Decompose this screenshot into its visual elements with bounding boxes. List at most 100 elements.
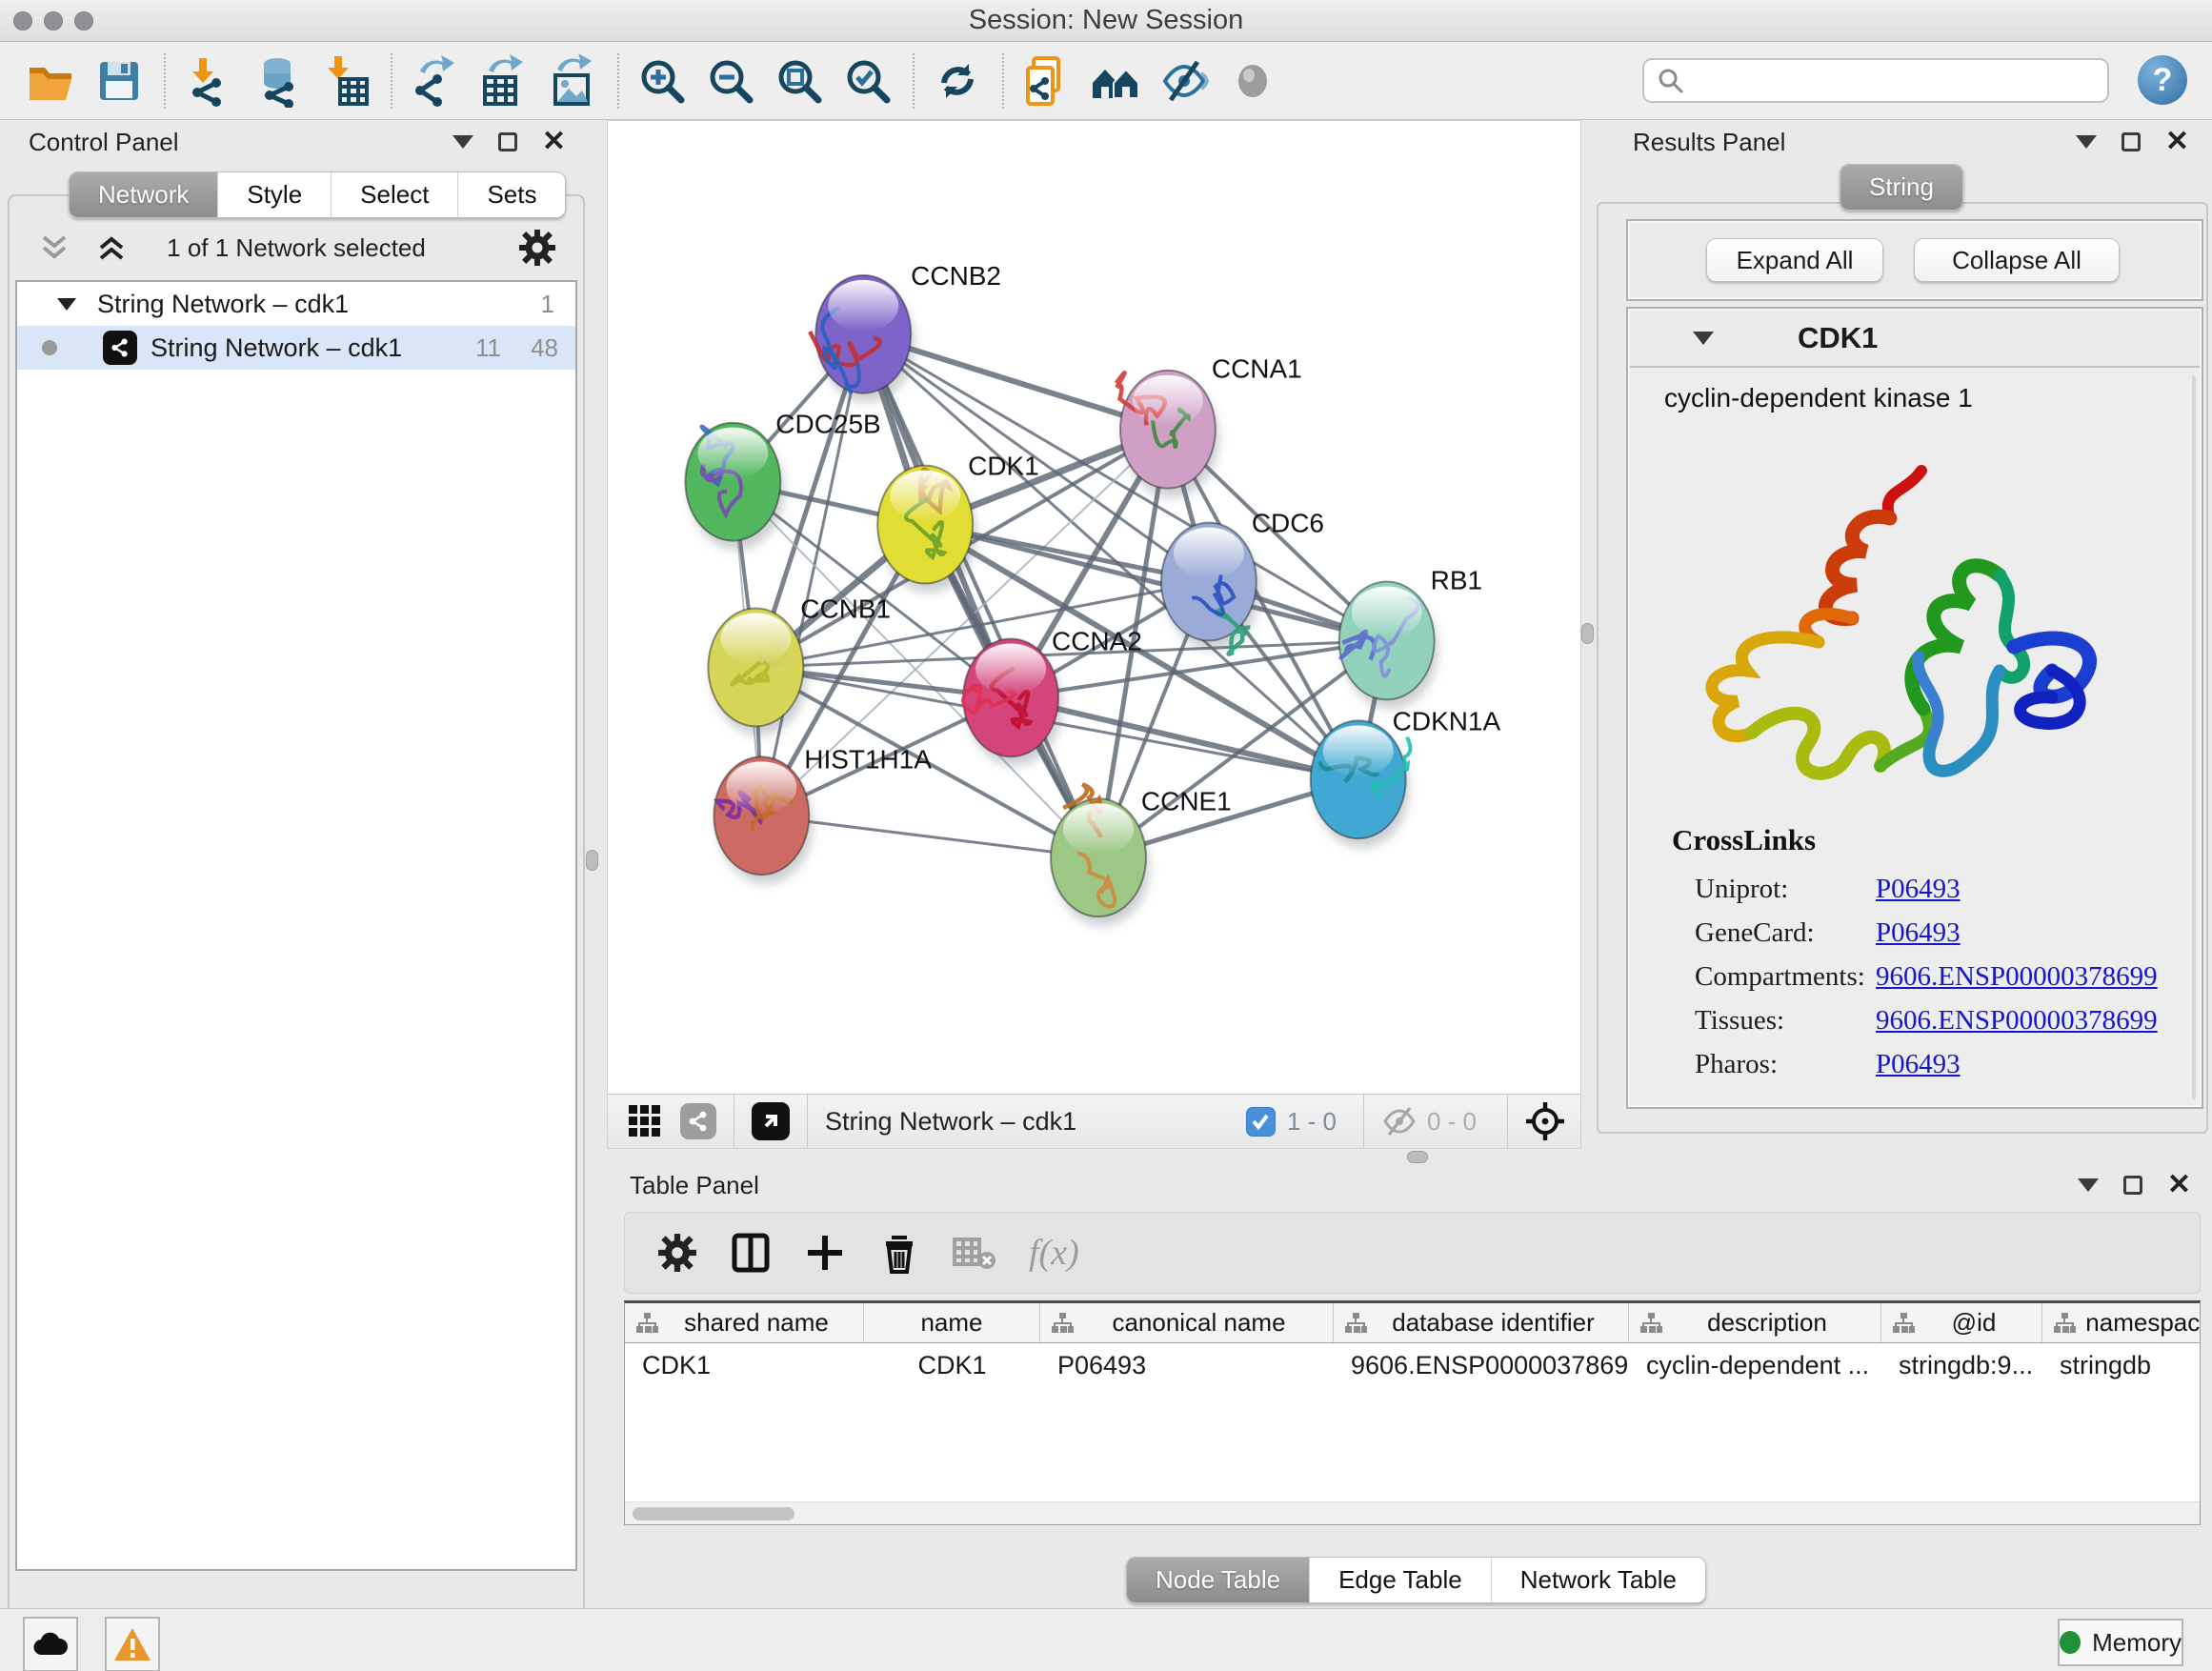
show-columns-icon[interactable]: [730, 1232, 772, 1274]
panel-close-icon[interactable]: ✕: [542, 132, 566, 151]
zoom-in-icon[interactable]: [634, 53, 690, 109]
left-splitter-handle[interactable]: [586, 850, 598, 871]
column-header-namespace[interactable]: namespace: [2042, 1303, 2201, 1342]
gene-entry-header[interactable]: CDK1: [1630, 311, 2200, 368]
memory-button[interactable]: Memory: [2058, 1619, 2183, 1666]
network-options-gear-icon[interactable]: [518, 229, 556, 267]
tab-string[interactable]: String: [1840, 165, 1962, 210]
column-header-database-identifier[interactable]: database identifier: [1334, 1303, 1629, 1342]
network-view-icon[interactable]: [680, 1103, 716, 1139]
selected-count: 1 - 0: [1287, 1107, 1337, 1137]
column-header-description[interactable]: description: [1629, 1303, 1881, 1342]
hide-selected-eye-slash-icon[interactable]: [1156, 53, 1212, 109]
table-cell: cyclin-dependent ...: [1629, 1343, 1881, 1387]
scrollbar-thumb[interactable]: [633, 1507, 794, 1520]
tab-style[interactable]: Style: [217, 172, 331, 217]
node-label: CDKN1A: [1393, 706, 1501, 735]
delete-column-icon[interactable]: [878, 1232, 920, 1274]
crosslink-link[interactable]: P06493: [1876, 917, 1961, 949]
string-results-content: Expand All Collapse All CDK1 cyclin-depe…: [1597, 202, 2208, 1134]
crosslink-link[interactable]: P06493: [1876, 874, 1961, 905]
refresh-icon[interactable]: [930, 53, 985, 109]
birdseye-view-icon[interactable]: [752, 1102, 790, 1140]
table-horizontal-scrollbar[interactable]: [625, 1501, 2200, 1524]
import-network-database-icon[interactable]: [250, 53, 305, 109]
crosslink-row: GeneCard:P06493: [1695, 911, 2190, 955]
panel-close-icon[interactable]: ✕: [2165, 132, 2189, 151]
network-edge[interactable]: [863, 334, 1098, 857]
column-header-shared-name[interactable]: shared name: [625, 1303, 864, 1342]
help-icon[interactable]: ?: [2138, 55, 2187, 105]
network-node-ccna1[interactable]: CCNA1: [1116, 354, 1302, 498]
zoom-selected-icon[interactable]: [840, 53, 895, 109]
zoom-fit-icon[interactable]: [772, 53, 827, 109]
neighbors-houses-icon[interactable]: [1088, 53, 1143, 109]
export-table-icon[interactable]: [476, 53, 532, 109]
tab-select[interactable]: Select: [331, 172, 457, 217]
tab-network[interactable]: Network: [70, 172, 217, 217]
panel-float-icon[interactable]: [498, 132, 517, 151]
panel-menu-icon[interactable]: [2078, 1178, 2099, 1192]
function-builder-icon[interactable]: f(x): [1029, 1232, 1079, 1274]
panel-float-icon[interactable]: [2123, 1176, 2142, 1195]
network-node-hist1h1a[interactable]: HIST1H1A: [714, 744, 932, 884]
show-all-eye-icon[interactable]: [1225, 53, 1280, 109]
save-session-icon[interactable]: [91, 53, 147, 109]
network-node-cdc6[interactable]: CDC6: [1161, 509, 1324, 654]
node-label: CCNA1: [1212, 354, 1302, 384]
column-header-canonical-name[interactable]: canonical name: [1040, 1303, 1334, 1342]
network-node-cdk1[interactable]: CDK1: [877, 452, 1039, 594]
network-graph[interactable]: CCNB2CCNA1CDC25BCDK1CDC6RB1CCNB1CCNA2CDK…: [608, 121, 1580, 1094]
tab-node-table[interactable]: Node Table: [1127, 1558, 1309, 1602]
panel-close-icon[interactable]: ✕: [2167, 1176, 2191, 1195]
column-header-name[interactable]: name: [864, 1303, 1040, 1342]
selected-nodes-checkbox[interactable]: [1246, 1107, 1276, 1137]
node-label: CDK1: [968, 452, 1039, 481]
network-node-rb1[interactable]: RB1: [1339, 566, 1482, 710]
cloud-status-button[interactable]: [23, 1617, 78, 1671]
crosslink-link[interactable]: 9606.ENSP00000378699: [1876, 961, 2158, 993]
delete-table-icon[interactable]: [953, 1234, 996, 1272]
expand-all-button[interactable]: Expand All: [1706, 238, 1883, 282]
import-network-file-icon[interactable]: [181, 53, 236, 109]
search-field[interactable]: [1642, 58, 2109, 103]
network-node-ccnb1[interactable]: CCNB1: [708, 594, 891, 735]
collapse-entry-icon[interactable]: [1693, 332, 1714, 345]
crosslink-link[interactable]: P06493: [1876, 1049, 1961, 1080]
column-header--id[interactable]: @id: [1881, 1303, 2042, 1342]
network-row-selected[interactable]: String Network – cdk1 11 48: [17, 326, 575, 370]
zoom-out-icon[interactable]: [703, 53, 758, 109]
network-node-cdc25b[interactable]: CDC25B: [685, 410, 880, 551]
panel-menu-icon[interactable]: [452, 135, 473, 149]
add-column-icon[interactable]: [804, 1232, 846, 1274]
warnings-button[interactable]: [105, 1617, 160, 1671]
search-input[interactable]: [1694, 66, 2075, 95]
node-label: CCNB1: [800, 594, 891, 623]
table-type-tabs: Node Table Edge Table Network Table: [1126, 1557, 1706, 1603]
network-node-ccnb2[interactable]: CCNB2: [810, 261, 1001, 403]
clone-network-icon[interactable]: [1019, 53, 1075, 109]
tab-sets[interactable]: Sets: [457, 172, 565, 217]
open-session-icon[interactable]: [23, 53, 78, 109]
network-view-toolbar: String Network – cdk1 1 - 0 0 - 0: [608, 1094, 1580, 1148]
results-scrollbar[interactable]: [2192, 375, 2196, 1099]
table-options-gear-icon[interactable]: [657, 1233, 697, 1273]
import-table-icon[interactable]: [318, 53, 373, 109]
export-image-icon[interactable]: [545, 53, 600, 109]
bottom-splitter-handle[interactable]: [1407, 1151, 1428, 1163]
crosslink-link[interactable]: 9606.ENSP00000378699: [1876, 1005, 2158, 1037]
panel-menu-icon[interactable]: [2076, 135, 2097, 149]
grid-view-icon[interactable]: [627, 1103, 663, 1139]
export-network-icon[interactable]: [408, 53, 463, 109]
application-window: Session: New Session: [0, 0, 2212, 1671]
fit-selected-crosshair-icon[interactable]: [1525, 1101, 1565, 1141]
tab-edge-table[interactable]: Edge Table: [1309, 1558, 1491, 1602]
table-row[interactable]: CDK1CDK1P064939606.ENSP00000378699cyclin…: [625, 1343, 2200, 1387]
panel-float-icon[interactable]: [2122, 132, 2141, 151]
network-node-cdkn1a[interactable]: CDKN1A: [1311, 706, 1501, 848]
tab-network-table[interactable]: Network Table: [1491, 1558, 1705, 1602]
tree-expand-icon[interactable]: [57, 298, 76, 311]
network-collection-row[interactable]: String Network – cdk1 1: [17, 282, 575, 326]
collapse-all-button[interactable]: Collapse All: [1914, 238, 2120, 282]
network-node-ccne1[interactable]: CCNE1: [1051, 784, 1232, 926]
